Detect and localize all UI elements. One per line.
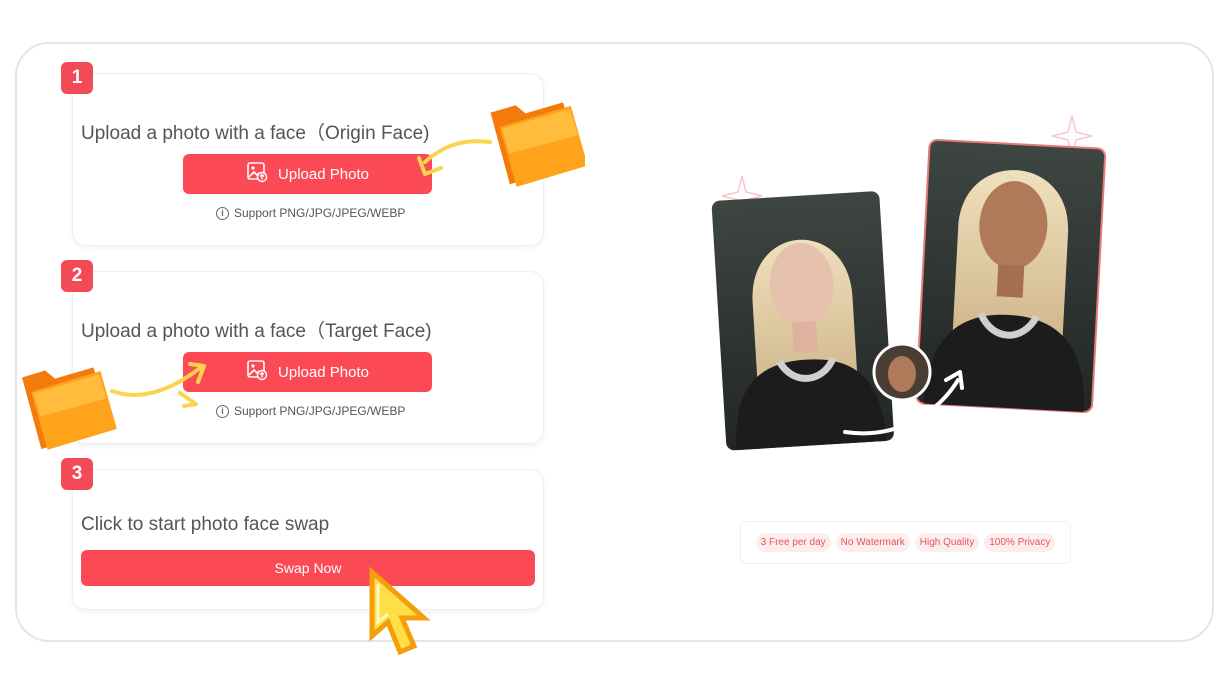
upload-origin-photo-button[interactable]: Upload Photo bbox=[183, 154, 432, 194]
step-1-support-note: i Support PNG/JPG/JPEG/WEBP bbox=[216, 206, 405, 220]
step-2-badge: 2 bbox=[61, 260, 93, 292]
info-icon: i bbox=[216, 404, 229, 418]
upload-target-photo-button[interactable]: Upload Photo bbox=[183, 352, 432, 392]
feature-high-quality: High Quality bbox=[914, 533, 980, 552]
info-icon: i bbox=[216, 206, 229, 220]
folder-icon bbox=[417, 102, 585, 187]
image-upload-icon bbox=[246, 161, 268, 187]
image-upload-icon bbox=[246, 359, 268, 385]
step-swap-card bbox=[72, 469, 544, 610]
step-3-badge: 3 bbox=[61, 458, 93, 490]
step-1-support-text: Support PNG/JPG/JPEG/WEBP bbox=[234, 206, 406, 220]
feature-privacy: 100% Privacy bbox=[984, 533, 1056, 552]
swap-now-button[interactable]: Swap Now bbox=[81, 550, 535, 586]
feature-free-per-day: 3 Free per day bbox=[755, 533, 831, 552]
feature-badges: 3 Free per day No Watermark High Quality… bbox=[740, 521, 1071, 564]
folder-icon bbox=[22, 362, 206, 450]
step-2-title: Upload a photo with a face（Target Face) bbox=[81, 321, 432, 342]
step-1-badge: 1 bbox=[61, 62, 93, 94]
step-3-title: Click to start photo face swap bbox=[81, 514, 330, 535]
feature-no-watermark: No Watermark bbox=[835, 533, 910, 552]
upload-origin-photo-label: Upload Photo bbox=[278, 165, 369, 183]
step-1-title: Upload a photo with a face（Origin Face) bbox=[81, 123, 430, 144]
face-swap-illustration bbox=[711, 115, 1107, 451]
step-2-support-note: i Support PNG/JPG/JPEG/WEBP bbox=[216, 404, 405, 418]
step-2-support-text: Support PNG/JPG/JPEG/WEBP bbox=[234, 404, 406, 418]
upload-target-photo-label: Upload Photo bbox=[278, 363, 369, 381]
pointer-cursor-icon bbox=[369, 566, 431, 656]
